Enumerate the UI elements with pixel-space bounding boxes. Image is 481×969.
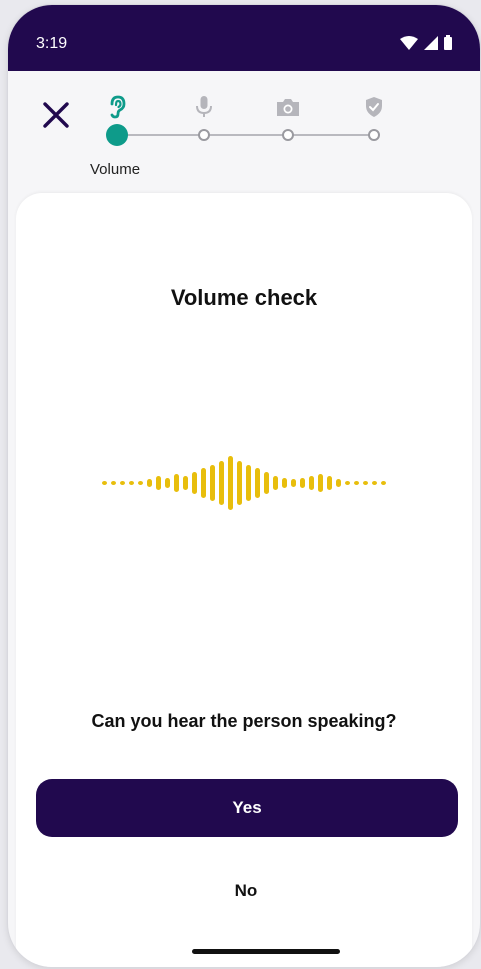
step-dot-active bbox=[106, 124, 128, 146]
wave-bar bbox=[111, 481, 116, 485]
no-button[interactable]: No bbox=[166, 873, 326, 909]
hearing-question: Can you hear the person speaking? bbox=[91, 711, 397, 731]
step-microphone bbox=[190, 93, 218, 121]
status-time: 3:19 bbox=[36, 35, 68, 52]
wave-bar bbox=[354, 481, 359, 485]
wave-bar bbox=[192, 472, 197, 494]
wave-bar bbox=[282, 478, 287, 488]
wave-bar bbox=[291, 479, 296, 487]
camera-icon bbox=[277, 99, 299, 116]
wave-bar bbox=[138, 481, 143, 485]
wave-bar bbox=[210, 465, 215, 501]
step-dot bbox=[282, 129, 294, 141]
close-icon bbox=[43, 102, 69, 128]
shield-check-icon bbox=[366, 97, 382, 117]
wave-bar bbox=[102, 481, 107, 485]
phone-screen: 3:19 Volume Volume check Can you hear th… bbox=[8, 5, 480, 967]
wave-bar bbox=[183, 476, 188, 490]
cellular-signal-icon bbox=[424, 35, 438, 50]
wave-bar bbox=[246, 465, 251, 501]
wave-bar bbox=[381, 481, 386, 485]
step-volume bbox=[104, 93, 132, 121]
status-bar: 3:19 bbox=[8, 5, 480, 71]
step-dot bbox=[198, 129, 210, 141]
progress-track bbox=[120, 134, 376, 136]
wave-bar bbox=[300, 478, 305, 488]
wave-bar bbox=[345, 481, 350, 485]
wave-bar bbox=[147, 479, 152, 487]
microphone-icon bbox=[196, 96, 212, 117]
progress-stepper: Volume bbox=[8, 71, 480, 201]
ear-icon bbox=[110, 95, 126, 119]
battery-icon bbox=[444, 35, 452, 50]
sound-wave-icon bbox=[102, 456, 386, 510]
wave-bar bbox=[327, 476, 332, 490]
wave-bar bbox=[120, 481, 125, 485]
wave-bar bbox=[165, 478, 170, 488]
page-title: Volume check bbox=[170, 285, 318, 310]
wave-bar bbox=[129, 481, 134, 485]
wave-bar bbox=[363, 481, 368, 485]
wifi-icon bbox=[400, 35, 418, 50]
wave-bar bbox=[273, 476, 278, 490]
wave-bar bbox=[201, 468, 206, 498]
wave-bar bbox=[174, 474, 179, 492]
step-camera bbox=[274, 93, 302, 121]
wave-bar bbox=[228, 456, 233, 510]
wave-bar bbox=[372, 481, 377, 485]
status-icons bbox=[400, 35, 452, 50]
wave-bar bbox=[309, 476, 314, 490]
step-verify bbox=[360, 93, 388, 121]
volume-check-card: Volume check Can you hear the person spe… bbox=[16, 193, 472, 967]
step-dot bbox=[368, 129, 380, 141]
wave-bar bbox=[264, 472, 269, 494]
home-indicator[interactable] bbox=[192, 949, 340, 954]
wave-bar bbox=[156, 476, 161, 490]
yes-button[interactable]: Yes bbox=[36, 779, 458, 837]
step-label-volume: Volume bbox=[90, 161, 141, 178]
wave-bar bbox=[237, 461, 242, 505]
wave-bar bbox=[318, 474, 323, 492]
wave-bar bbox=[219, 461, 224, 505]
wave-bar bbox=[255, 468, 260, 498]
close-button[interactable] bbox=[38, 97, 74, 133]
wave-bar bbox=[336, 479, 341, 487]
